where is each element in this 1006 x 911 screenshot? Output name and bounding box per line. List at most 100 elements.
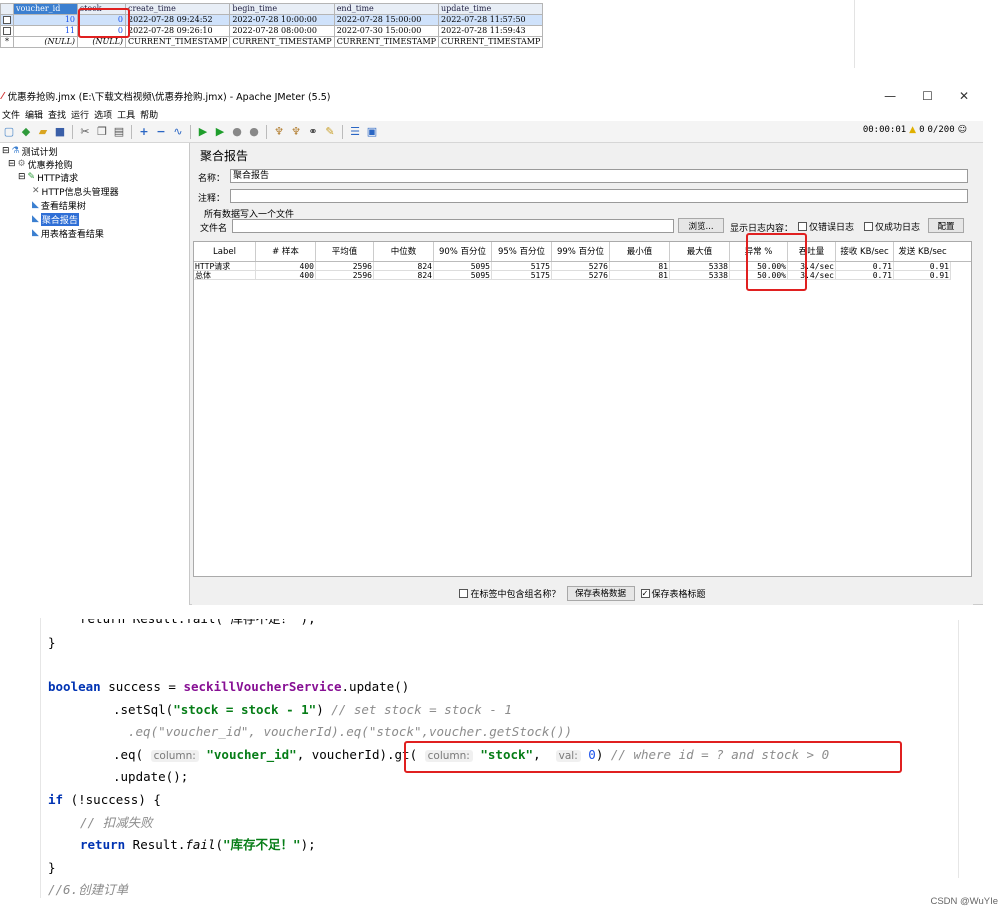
clear-all-icon[interactable]: ♆ <box>289 125 303 139</box>
configure-button[interactable]: 配置 <box>928 218 964 233</box>
filename-field[interactable] <box>232 219 674 233</box>
cell: 总体 <box>194 271 256 280</box>
db-cell[interactable]: 2022-07-28 10:00:00 <box>229 14 335 26</box>
tree-node-header-manager[interactable]: ✕ HTTP信息头管理器 <box>32 185 119 198</box>
col-label[interactable]: Label <box>194 242 256 261</box>
db-cell[interactable]: 2022-07-28 15:00:00 <box>333 14 440 26</box>
db-row-new[interactable]: * (NULL) (NULL) CURRENT_TIMESTAMP CURREN… <box>0 36 544 48</box>
code-comment: // 扣减失败 <box>80 815 153 830</box>
tree-expand-icon[interactable]: ⊟ <box>2 146 10 156</box>
new-icon[interactable]: ▢ <box>2 125 16 139</box>
menu-search[interactable]: 查找 <box>48 108 66 121</box>
cell: 5276 <box>552 271 610 280</box>
db-cell[interactable]: CURRENT_TIMESTAMP <box>124 36 231 48</box>
help-icon[interactable]: ▣ <box>365 125 379 139</box>
db-col-end-time[interactable]: end_time <box>333 3 440 15</box>
db-cell[interactable]: CURRENT_TIMESTAMP <box>438 36 544 48</box>
window-title: 优惠券抢购.jmx (E:\下载文档视频\优惠券抢购.jmx) - Apache… <box>7 92 331 103</box>
col-p95[interactable]: 95% 百分位 <box>492 242 552 261</box>
warning-icon[interactable]: ▲ <box>909 125 916 135</box>
listener-icon: ◣ <box>32 200 39 210</box>
col-received[interactable]: 接收 KB/sec <box>836 242 894 261</box>
minimize-button[interactable]: — <box>884 89 896 103</box>
col-median[interactable]: 中位数 <box>374 242 434 261</box>
start-no-pause-icon[interactable]: ▶ <box>213 125 227 139</box>
stop-icon[interactable]: ● <box>230 125 244 139</box>
comment-label: 注释： <box>198 194 226 204</box>
menu-run[interactable]: 运行 <box>71 108 89 121</box>
tree-node-http-request[interactable]: ⊟ ✎ HTTP请求 <box>18 171 78 184</box>
db-col-begin-time[interactable]: begin_time <box>229 3 335 15</box>
db-cell[interactable]: CURRENT_TIMESTAMP <box>229 36 335 48</box>
menu-options[interactable]: 选项 <box>94 108 112 121</box>
search-icon[interactable]: ⚭ <box>306 125 320 139</box>
table-row[interactable]: HTTP请求 400 2596 824 5095 5175 5276 81 53… <box>194 262 971 271</box>
db-col-voucher-id[interactable]: voucher_id <box>13 3 78 15</box>
menu-edit[interactable]: 编辑 <box>25 108 43 121</box>
cut-icon[interactable]: ✂ <box>78 125 92 139</box>
save-header-checkbox[interactable]: ✓ 保存表格标题 <box>640 587 706 600</box>
errors-only-checkbox[interactable]: 仅错误日志 <box>798 220 854 233</box>
tree-expand-icon[interactable]: ⊟ <box>18 172 26 182</box>
db-col-create-time[interactable]: create_time <box>124 3 231 15</box>
menu-help[interactable]: 帮助 <box>140 108 158 121</box>
db-cell[interactable]: 10 <box>13 14 78 26</box>
start-icon[interactable]: ▶ <box>196 125 210 139</box>
col-average[interactable]: 平均值 <box>316 242 374 261</box>
bottom-bar: 在标签中包含组名称？ 保存表格数据 ✓ 保存表格标题 <box>192 581 973 605</box>
toggle-icon[interactable]: ∿ <box>171 125 185 139</box>
db-cell[interactable]: 2022-07-28 09:26:10 <box>124 25 231 37</box>
code-line: return Result.fail("库存不足！"); <box>80 837 316 852</box>
jmeter-window: ⁄ 优惠券抢购.jmx (E:\下载文档视频\优惠券抢购.jmx) - Apac… <box>0 85 983 605</box>
col-samples[interactable]: # 样本 <box>256 242 316 261</box>
save-icon[interactable]: ■ <box>53 125 67 139</box>
expand-icon[interactable]: + <box>137 125 151 139</box>
table-row[interactable]: 总体 400 2596 824 5095 5175 5276 81 5338 5… <box>194 271 971 280</box>
db-cell[interactable]: (NULL) <box>77 36 126 48</box>
db-cell[interactable]: 2022-07-30 15:00:00 <box>333 25 440 37</box>
db-cell[interactable]: 2022-07-28 09:24:52 <box>124 14 231 26</box>
success-only-checkbox[interactable]: 仅成功日志 <box>864 220 920 233</box>
tree-node-aggregate-report[interactable]: ◣ 聚合报告 <box>32 212 79 226</box>
col-min[interactable]: 最小值 <box>610 242 670 261</box>
config-icon: ✕ <box>32 186 40 196</box>
elapsed-time: 00:00:01 <box>862 125 907 135</box>
maximize-button[interactable]: ☐ <box>922 89 933 103</box>
function-helper-icon[interactable]: ☰ <box>348 125 362 139</box>
db-cell[interactable]: 2022-07-28 11:59:43 <box>438 25 544 37</box>
row-checkbox[interactable] <box>0 25 14 37</box>
menu-file[interactable]: 文件 <box>2 108 20 121</box>
db-col-update-time[interactable]: update_time <box>438 3 544 15</box>
row-checkbox[interactable] <box>0 14 14 26</box>
col-sent[interactable]: 发送 KB/sec <box>894 242 951 261</box>
db-cell[interactable]: 2022-07-28 08:00:00 <box>229 25 335 37</box>
collapse-icon[interactable]: − <box>154 125 168 139</box>
code-line: .setSql("stock = stock - 1") // set stoc… <box>113 702 512 717</box>
col-p99[interactable]: 99% 百分位 <box>552 242 610 261</box>
tree-node-results-tree[interactable]: ◣ 查看结果树 <box>32 199 86 212</box>
db-cell[interactable]: (NULL) <box>13 36 78 48</box>
templates-icon[interactable]: ◆ <box>19 125 33 139</box>
paste-icon[interactable]: ▤ <box>112 125 126 139</box>
save-table-button[interactable]: 保存表格数据 <box>566 585 635 601</box>
comment-field[interactable] <box>230 189 968 203</box>
col-p90[interactable]: 90% 百分位 <box>434 242 492 261</box>
reset-search-icon[interactable]: ✎ <box>323 125 337 139</box>
db-cell[interactable]: 2022-07-28 11:57:50 <box>438 14 544 26</box>
tree-expand-icon[interactable]: ⊟ <box>8 159 16 169</box>
close-button[interactable]: ✕ <box>959 89 969 103</box>
name-field[interactable]: 聚合报告 <box>230 169 968 183</box>
tree-node-thread-group[interactable]: ⊟ ⚙ 优惠券抢购 <box>8 158 73 171</box>
open-icon[interactable]: ▰ <box>36 125 50 139</box>
menu-tools[interactable]: 工具 <box>117 108 135 121</box>
db-cell[interactable]: 11 <box>13 25 78 37</box>
shutdown-icon[interactable]: ● <box>247 125 261 139</box>
col-max[interactable]: 最大值 <box>670 242 730 261</box>
db-cell[interactable]: CURRENT_TIMESTAMP <box>333 36 440 48</box>
tree-node-table-results[interactable]: ◣ 用表格查看结果 <box>32 227 104 240</box>
browse-button[interactable]: 浏览... <box>678 218 724 233</box>
clear-icon[interactable]: ♆ <box>272 125 286 139</box>
include-group-checkbox[interactable]: 在标签中包含组名称？ <box>459 587 561 600</box>
tree-node-test-plan[interactable]: ⊟ ⚗ 测试计划 <box>2 145 58 158</box>
copy-icon[interactable]: ❐ <box>95 125 109 139</box>
